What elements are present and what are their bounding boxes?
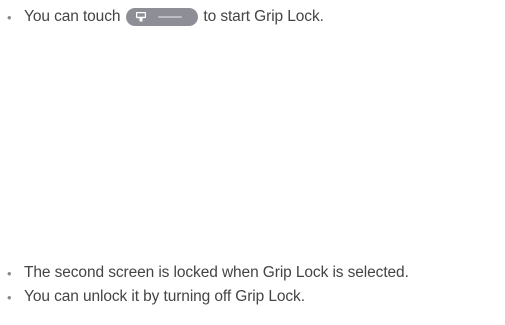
grip-lock-button-image xyxy=(126,8,199,26)
bullet-marker: • xyxy=(7,289,12,305)
text-after-button: to start Grip Lock. xyxy=(203,8,324,25)
bullet-item-unlock: • You can unlock it by turning off Grip … xyxy=(7,288,305,306)
bullet-item-start-grip-lock: • You can touch to start Grip Lock. xyxy=(7,8,324,26)
text-before-button: You can touch xyxy=(24,8,121,25)
bullet-text: The second screen is locked when Grip Lo… xyxy=(24,264,409,281)
bullet-marker: • xyxy=(7,9,12,25)
bullet-text: You can unlock it by turning off Grip Lo… xyxy=(24,288,305,305)
bullet-marker: • xyxy=(7,265,12,281)
grip-lock-icon xyxy=(136,12,147,22)
button-label-blur xyxy=(158,16,183,18)
bullet-item-screen-locked: • The second screen is locked when Grip … xyxy=(7,264,409,282)
